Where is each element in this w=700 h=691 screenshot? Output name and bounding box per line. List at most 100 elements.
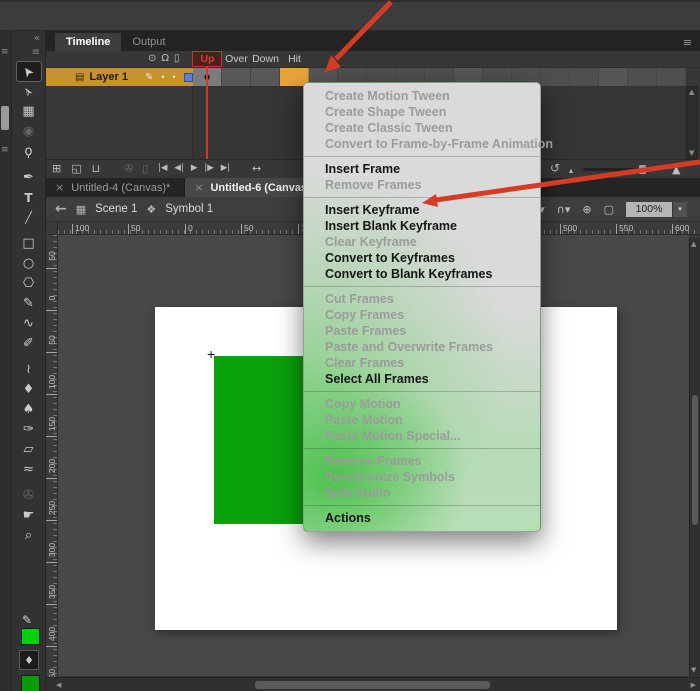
panel-tab-output[interactable]: Output [121, 33, 176, 51]
scroll-up-icon[interactable]: ▲ [691, 240, 696, 248]
go-to-first-frame-button[interactable]: |◀ [158, 160, 167, 177]
timeline-vertical-scrollbar[interactable]: ▲ ▼ [686, 86, 698, 159]
free-transform-tool[interactable]: ▦ [17, 102, 41, 121]
stroke-color-swatch[interactable] [21, 628, 40, 645]
play-button[interactable]: ▶ [191, 160, 198, 177]
line-tool[interactable]: ╱ [17, 208, 41, 227]
paint-bucket-tool[interactable]: ♦ [17, 380, 41, 399]
frame-cell[interactable] [570, 68, 599, 86]
frame-cell[interactable] [657, 68, 686, 86]
scroll-right-icon[interactable]: ▶ [691, 681, 696, 689]
layer-outline-color-swatch[interactable] [184, 73, 193, 82]
timeline-frame-header[interactable]: ⊙ Ω ▯ UpOverDownHit [46, 51, 700, 68]
go-to-last-frame-button[interactable]: ▶| [221, 160, 230, 177]
timeline-zoom-in-icon[interactable]: ▲ [672, 161, 680, 178]
text-tool[interactable]: T [17, 188, 41, 207]
delete-layer-button[interactable]: ⊔ [92, 160, 101, 177]
loop-playback-icon[interactable]: ↺ [550, 160, 560, 177]
dock-menu-icon[interactable]: ≡ [1, 146, 9, 155]
hand-tool[interactable]: ☛ [17, 506, 41, 525]
frame-cell[interactable] [541, 68, 570, 86]
center-frame-icon[interactable]: ↔ [252, 160, 261, 177]
symbol-breadcrumb[interactable]: Symbol 1 [165, 203, 213, 215]
timeline-zoom-slider[interactable] [583, 168, 657, 171]
scroll-left-icon[interactable]: ◀ [56, 681, 61, 689]
horizontal-scroll-thumb[interactable] [255, 681, 490, 689]
new-folder-button[interactable]: ◱ [71, 160, 81, 177]
document-tab[interactable]: ×Untitled-4 (Canvas)* [46, 178, 185, 197]
playhead-line[interactable] [206, 66, 208, 159]
frame-cell[interactable] [222, 68, 251, 86]
frame-cell[interactable] [599, 68, 628, 86]
lock-icon[interactable]: Ω [161, 53, 169, 64]
zoom-select[interactable]: 100% ▾ [626, 202, 687, 217]
tools-panel-menu-icon[interactable]: ≡ [32, 47, 40, 58]
back-arrow-icon[interactable]: ← [55, 201, 67, 217]
selection-tool[interactable]: ➤ [17, 62, 41, 81]
layer-lock-dot-icon[interactable]: • [173, 72, 176, 82]
oval-tool[interactable]: ○ [17, 254, 41, 273]
stage-horizontal-scrollbar[interactable]: ◀ ▶ [46, 677, 700, 691]
menu-item[interactable]: Convert to Keyframes [304, 250, 540, 266]
bone-tool[interactable]: ≀ [17, 360, 41, 379]
frame-label-up[interactable]: Up [193, 53, 222, 65]
frame-label-over[interactable]: Over [222, 53, 251, 65]
lasso-tool[interactable]: ϙ [17, 142, 41, 161]
dock-handle[interactable] [1, 106, 9, 130]
stage-vertical-scrollbar[interactable]: ▲ ▼ [689, 238, 700, 676]
pen-tool[interactable]: ✒ [17, 168, 41, 187]
ruler-label: 100 [47, 371, 57, 393]
width-tool[interactable]: ≈ [17, 460, 41, 479]
menu-item[interactable]: Select All Frames [304, 371, 540, 387]
clip-content-icon[interactable]: ▢ [604, 203, 614, 216]
crosshair-icon[interactable]: ⊕ [582, 203, 591, 216]
vertical-ruler[interactable]: 50050100150200250300350400450 [46, 235, 58, 676]
step-forward-button[interactable]: |▶ [204, 160, 213, 177]
close-tab-icon[interactable]: × [194, 181, 203, 194]
ruler-corner [46, 222, 58, 235]
fill-color-swatch[interactable] [21, 675, 40, 691]
menu-item[interactable]: Convert to Blank Keyframes [304, 266, 540, 282]
rectangle-icon: □ [22, 236, 34, 251]
fill-color-button[interactable]: ♦ [19, 650, 39, 670]
eyedropper-tool[interactable]: ✑ [17, 420, 41, 439]
eraser-tool[interactable]: ▱ [17, 440, 41, 459]
paint-brush-tool[interactable]: ∿ [17, 314, 41, 333]
rectangle-tool[interactable]: □ [17, 234, 41, 253]
timeline-panel-menu-icon[interactable]: ≡ [683, 36, 692, 49]
zoom-tool[interactable]: ⌕ [17, 526, 41, 545]
menu-item[interactable]: Insert Frame [304, 161, 540, 177]
scroll-up-icon[interactable]: ▲ [689, 88, 694, 96]
eye-icon[interactable]: ⊙ [148, 53, 156, 64]
menu-item[interactable]: Insert Keyframe [304, 202, 540, 218]
magnet-snap-icon[interactable]: ∩▾ [557, 203, 571, 216]
collapse-panel-icon[interactable]: « [34, 33, 40, 44]
scene-breadcrumb[interactable]: Scene 1 [95, 203, 137, 215]
layer-name-cell[interactable]: ▤ Layer 1 ✎ • • [46, 68, 193, 86]
polystar-tool[interactable]: ⎔ [17, 274, 41, 293]
dock-menu-icon[interactable]: ≡ [1, 48, 9, 57]
classic-brush-tool[interactable]: ✐ [17, 334, 41, 353]
vertical-scroll-thumb[interactable] [692, 395, 698, 525]
outline-icon[interactable]: ▯ [174, 53, 180, 64]
new-layer-button[interactable]: ⊞ [52, 160, 61, 177]
frame-label-hit[interactable]: Hit [280, 53, 309, 65]
scroll-down-icon[interactable]: ▼ [689, 149, 694, 157]
scroll-down-icon[interactable]: ▼ [691, 666, 696, 674]
frame-cell[interactable] [628, 68, 657, 86]
frame-cell[interactable] [251, 68, 280, 86]
layer-visibility-dot-icon[interactable]: • [161, 72, 164, 82]
step-back-button[interactable]: ◀| [174, 160, 183, 177]
pencil-tool[interactable]: ✎ [17, 294, 41, 313]
timeline-zoom-slider-thumb[interactable] [639, 165, 646, 174]
frame-label-down[interactable]: Down [251, 53, 280, 65]
close-tab-icon[interactable]: × [55, 181, 64, 194]
zoom-dropdown-icon[interactable]: ▾ [672, 202, 687, 217]
timeline-zoom-out-icon[interactable]: ▴ [569, 162, 573, 178]
menu-item[interactable]: Insert Blank Keyframe [304, 218, 540, 234]
menu-item[interactable]: Actions [304, 510, 540, 526]
menu-separator [304, 286, 540, 287]
panel-tab-timeline[interactable]: Timeline [55, 33, 121, 51]
ink-bottle-tool[interactable]: ♠ [17, 400, 41, 419]
subselection-tool[interactable]: ➢ [17, 82, 41, 101]
